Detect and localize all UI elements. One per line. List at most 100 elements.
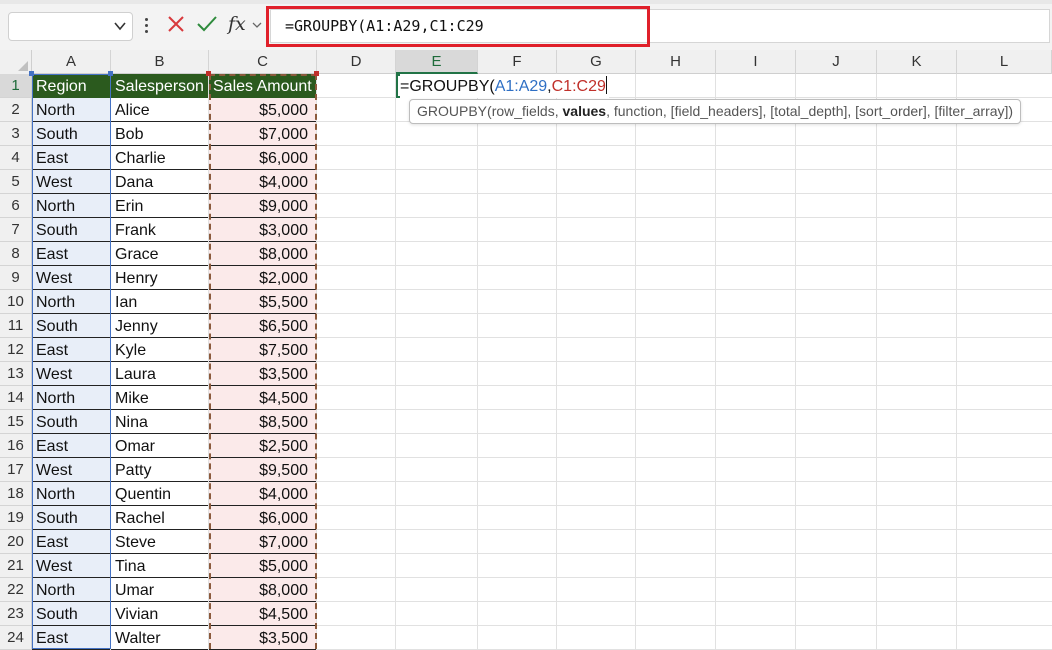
cell-sales-amount[interactable]: $7,000: [209, 122, 316, 146]
row-header-19[interactable]: 19: [0, 506, 32, 530]
range-handle[interactable]: [29, 71, 34, 76]
cell-region[interactable]: West: [32, 554, 110, 578]
more-options-icon[interactable]: [145, 18, 149, 36]
cell-salesperson[interactable]: Grace: [111, 242, 208, 266]
cell-region[interactable]: West: [32, 458, 110, 482]
column-header-h[interactable]: H: [636, 50, 716, 74]
cell-salesperson[interactable]: Mike: [111, 386, 208, 410]
cell-salesperson[interactable]: Steve: [111, 530, 208, 554]
cell-sales-amount[interactable]: $7,000: [209, 530, 316, 554]
header-cell-sales-amount[interactable]: Sales Amount: [209, 74, 316, 98]
cell-salesperson[interactable]: Bob: [111, 122, 208, 146]
cell-sales-amount[interactable]: $7,500: [209, 338, 316, 362]
row-header-22[interactable]: 22: [0, 578, 32, 602]
row-header-1[interactable]: 1: [0, 74, 32, 98]
row-header-13[interactable]: 13: [0, 362, 32, 386]
enter-check-icon[interactable]: [196, 14, 218, 34]
cell-region[interactable]: North: [32, 290, 110, 314]
cell-salesperson[interactable]: Walter: [111, 626, 208, 650]
cell-salesperson[interactable]: Patty: [111, 458, 208, 482]
cell-sales-amount[interactable]: $8,000: [209, 578, 316, 602]
cell-region[interactable]: East: [32, 242, 110, 266]
row-header-12[interactable]: 12: [0, 338, 32, 362]
cell-sales-amount[interactable]: $6,000: [209, 146, 316, 170]
column-header-g[interactable]: G: [557, 50, 636, 74]
cell-region[interactable]: South: [32, 218, 110, 242]
name-box[interactable]: [8, 12, 133, 41]
column-header-l[interactable]: L: [957, 50, 1052, 74]
cell-salesperson[interactable]: Dana: [111, 170, 208, 194]
cell-salesperson[interactable]: Frank: [111, 218, 208, 242]
row-header-15[interactable]: 15: [0, 410, 32, 434]
insert-function-icon[interactable]: fx: [228, 13, 246, 35]
row-header-6[interactable]: 6: [0, 194, 32, 218]
cell-region[interactable]: East: [32, 530, 110, 554]
cell-region[interactable]: South: [32, 314, 110, 338]
column-header-c[interactable]: C: [209, 50, 317, 74]
cell-salesperson[interactable]: Omar: [111, 434, 208, 458]
cell-sales-amount[interactable]: $5,000: [209, 98, 316, 122]
row-header-5[interactable]: 5: [0, 170, 32, 194]
cell-salesperson[interactable]: Tina: [111, 554, 208, 578]
cell-salesperson[interactable]: Erin: [111, 194, 208, 218]
range-handle[interactable]: [314, 71, 319, 76]
row-header-24[interactable]: 24: [0, 626, 32, 650]
cell-salesperson[interactable]: Quentin: [111, 482, 208, 506]
cell-sales-amount[interactable]: $8,000: [209, 242, 316, 266]
row-header-11[interactable]: 11: [0, 314, 32, 338]
cell-region[interactable]: South: [32, 410, 110, 434]
cancel-x-icon[interactable]: [166, 14, 186, 34]
cell-sales-amount[interactable]: $9,000: [209, 194, 316, 218]
row-header-23[interactable]: 23: [0, 602, 32, 626]
cell-sales-amount[interactable]: $3,500: [209, 362, 316, 386]
row-header-9[interactable]: 9: [0, 266, 32, 290]
row-header-8[interactable]: 8: [0, 242, 32, 266]
cell-region[interactable]: North: [32, 386, 110, 410]
cell-salesperson[interactable]: Vivian: [111, 602, 208, 626]
cell-region[interactable]: West: [32, 266, 110, 290]
cell-sales-amount[interactable]: $2,000: [209, 266, 316, 290]
range-handle[interactable]: [206, 71, 211, 76]
cell-region[interactable]: West: [32, 170, 110, 194]
header-cell-region[interactable]: Region: [32, 74, 110, 98]
cell-sales-amount[interactable]: $5,000: [209, 554, 316, 578]
row-header-3[interactable]: 3: [0, 122, 32, 146]
cell-sales-amount[interactable]: $4,500: [209, 602, 316, 626]
column-header-f[interactable]: F: [478, 50, 557, 74]
cell-region[interactable]: North: [32, 578, 110, 602]
cell-region[interactable]: East: [32, 146, 110, 170]
cell-region[interactable]: North: [32, 482, 110, 506]
cell-sales-amount[interactable]: $9,500: [209, 458, 316, 482]
cell-salesperson[interactable]: Umar: [111, 578, 208, 602]
cell-sales-amount[interactable]: $3,000: [209, 218, 316, 242]
cell-sales-amount[interactable]: $4,000: [209, 170, 316, 194]
cell-sales-amount[interactable]: $3,500: [209, 626, 316, 650]
row-header-2[interactable]: 2: [0, 98, 32, 122]
cell-region[interactable]: East: [32, 434, 110, 458]
cell-region[interactable]: South: [32, 506, 110, 530]
cell-editor-text[interactable]: =GROUPBY(A1:A29,C1:C29: [400, 74, 609, 98]
column-header-e[interactable]: E: [396, 50, 478, 74]
row-header-17[interactable]: 17: [0, 458, 32, 482]
column-header-i[interactable]: I: [716, 50, 796, 74]
cell-sales-amount[interactable]: $8,500: [209, 410, 316, 434]
row-header-14[interactable]: 14: [0, 386, 32, 410]
row-header-7[interactable]: 7: [0, 218, 32, 242]
function-signature-tooltip[interactable]: GROUPBY(row_fields, values, function, [f…: [409, 99, 1022, 124]
cell-salesperson[interactable]: Kyle: [111, 338, 208, 362]
row-header-20[interactable]: 20: [0, 530, 32, 554]
row-header-16[interactable]: 16: [0, 434, 32, 458]
cell-sales-amount[interactable]: $4,500: [209, 386, 316, 410]
cell-salesperson[interactable]: Nina: [111, 410, 208, 434]
cell-region[interactable]: South: [32, 122, 110, 146]
cell-region[interactable]: West: [32, 362, 110, 386]
cell-region[interactable]: East: [32, 338, 110, 362]
row-header-10[interactable]: 10: [0, 290, 32, 314]
column-header-k[interactable]: K: [877, 50, 957, 74]
cell-region[interactable]: North: [32, 98, 110, 122]
cell-salesperson[interactable]: Jenny: [111, 314, 208, 338]
column-header-j[interactable]: J: [796, 50, 877, 74]
cell-sales-amount[interactable]: $2,500: [209, 434, 316, 458]
fx-chevron-icon[interactable]: [252, 21, 262, 29]
column-header-b[interactable]: B: [111, 50, 209, 74]
